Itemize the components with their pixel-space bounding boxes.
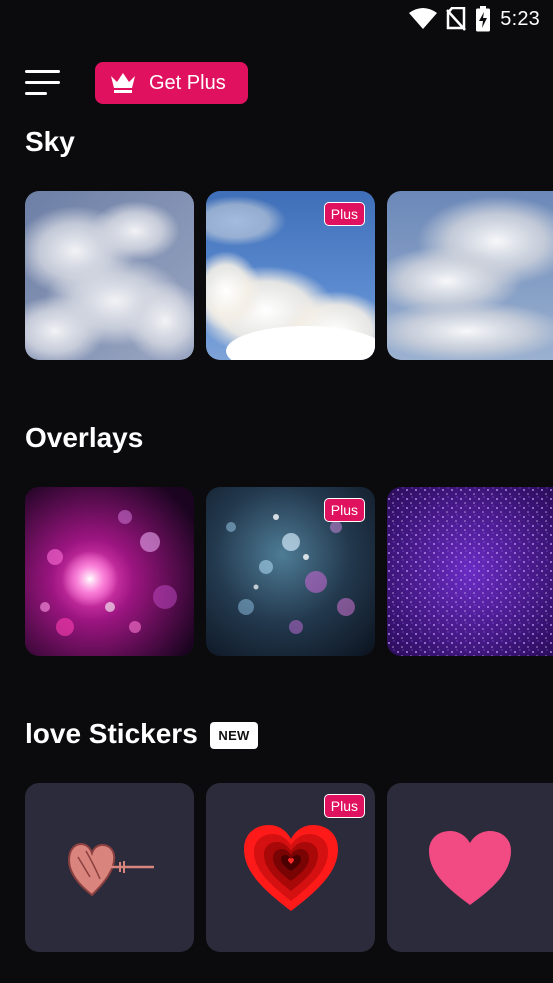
doodle-heart-arrow-icon xyxy=(67,842,154,896)
overlays-item-1[interactable] xyxy=(25,487,194,656)
status-bar: 5:23 xyxy=(0,0,553,38)
wifi-icon xyxy=(409,8,438,29)
section-title-sky: Sky xyxy=(25,126,75,157)
crown-icon xyxy=(110,72,136,94)
pink-heart-icon xyxy=(429,830,511,905)
status-time: 5:23 xyxy=(500,7,540,30)
hamburger-menu-icon[interactable] xyxy=(25,68,61,98)
sky-item-2[interactable]: Plus xyxy=(206,191,375,360)
plus-badge: Plus xyxy=(323,498,365,522)
overlays-item-2[interactable]: Plus xyxy=(206,487,375,656)
sticker-item-2[interactable]: Plus xyxy=(206,783,375,952)
section-title-overlays: Overlays xyxy=(25,422,144,453)
overlays-row: Plus xyxy=(25,487,553,656)
layered-heart-icon xyxy=(243,824,338,911)
get-plus-button[interactable]: Get Plus xyxy=(95,62,248,104)
sticker-item-3[interactable] xyxy=(387,783,553,952)
plus-badge: Plus xyxy=(323,202,365,226)
love-stickers-row: Plus xyxy=(25,783,553,952)
battery-charging-icon xyxy=(476,6,491,32)
sky-item-1[interactable] xyxy=(25,191,194,360)
sky-row: Plus xyxy=(25,191,553,360)
sky-item-3[interactable] xyxy=(387,191,553,360)
no-sim-icon xyxy=(446,7,467,31)
get-plus-label: Get Plus xyxy=(149,71,226,94)
plus-badge: Plus xyxy=(323,794,365,818)
section-title-love-stickers: love Stickers xyxy=(25,718,198,749)
overlays-item-3[interactable] xyxy=(387,487,553,656)
new-badge: NEW xyxy=(210,722,258,749)
sticker-item-1[interactable] xyxy=(25,783,194,952)
